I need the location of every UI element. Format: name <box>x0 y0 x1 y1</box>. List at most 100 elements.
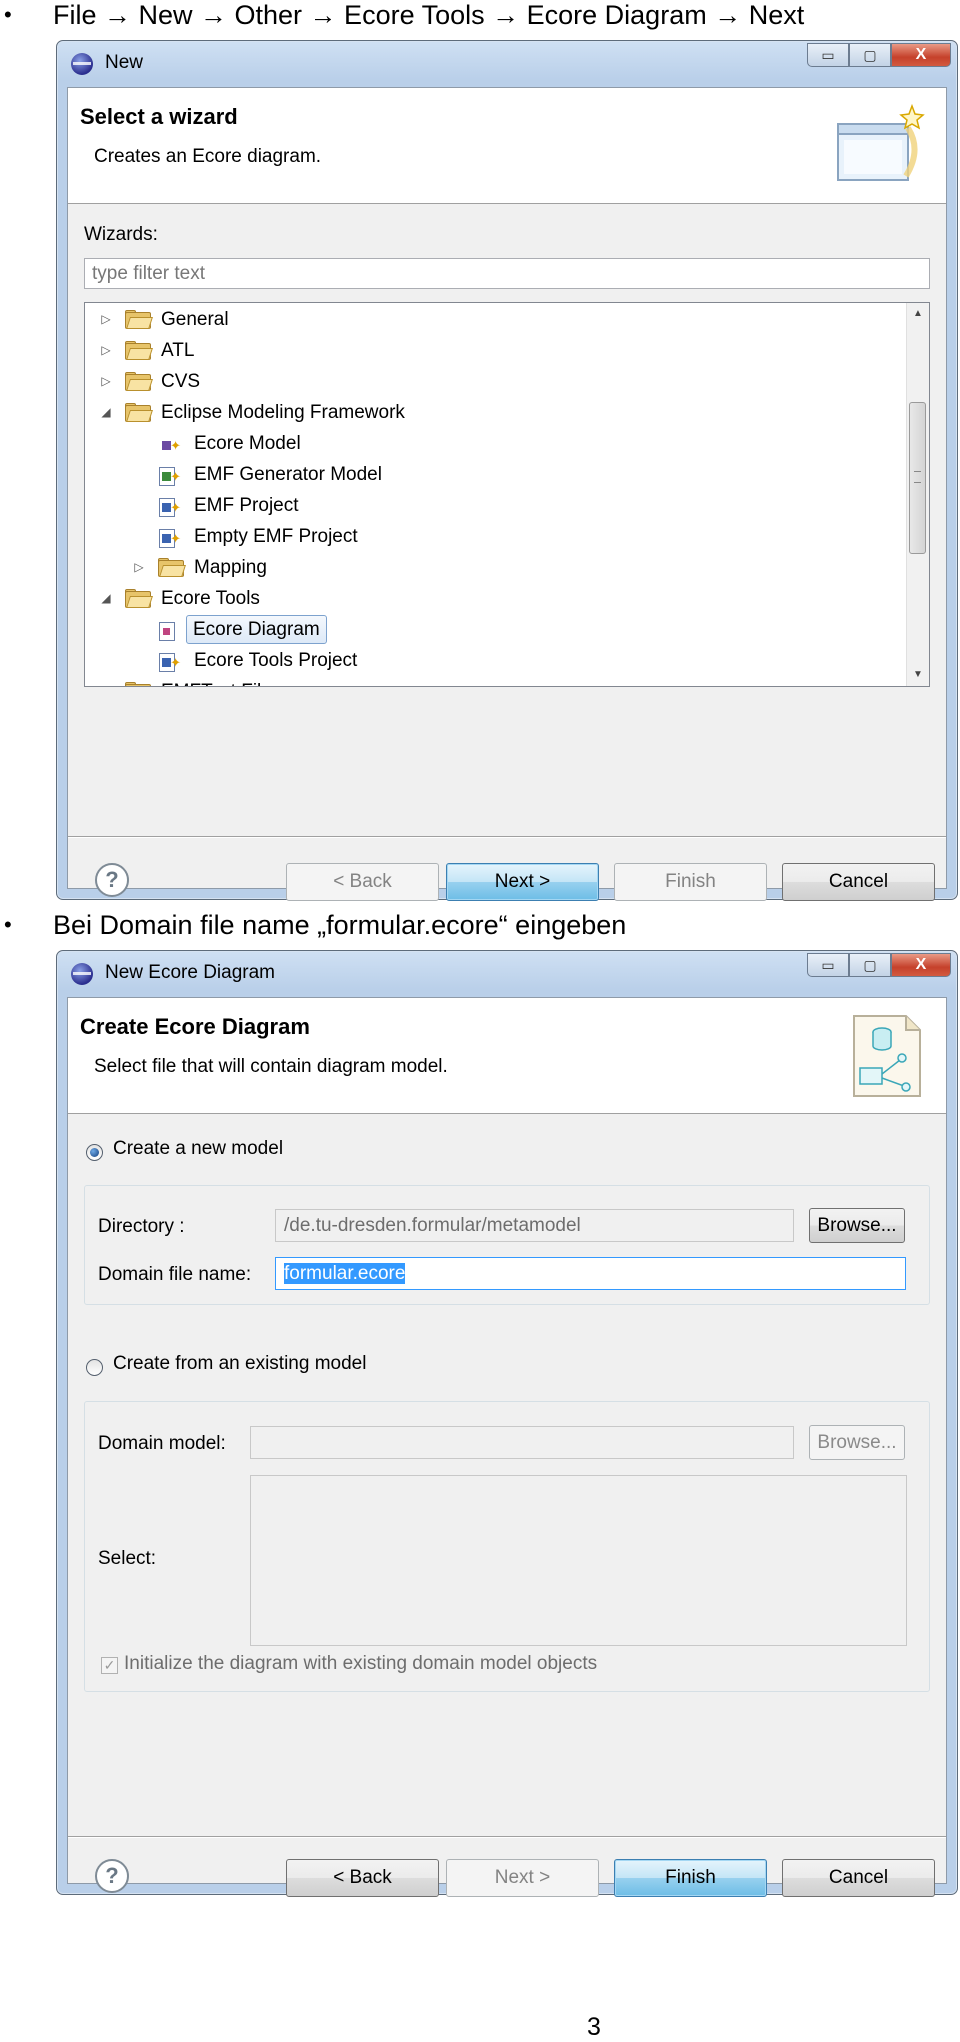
new-model-group: Directory : /de.tu-dresden.formular/meta… <box>84 1185 930 1305</box>
tree-label: EMF Generator Model <box>194 464 382 485</box>
tree-label: EMF Project <box>194 495 299 516</box>
emf-project-icon: ✦ <box>157 496 181 518</box>
cancel-button[interactable]: Cancel <box>782 1859 935 1897</box>
tree-label: ATL <box>161 340 195 361</box>
domain-file-name-input[interactable]: formular.ecore <box>275 1257 906 1290</box>
tree-item-ecore-diagram[interactable]: Ecore Diagram <box>85 614 885 645</box>
tree-label: Empty EMF Project <box>194 526 358 547</box>
new-ecore-diagram-window: New Ecore Diagram ▭ ▢ X Create Ecore Dia… <box>56 950 958 1897</box>
dialog-client: Create Ecore Diagram Select file that wi… <box>67 997 947 1897</box>
directory-browse-button[interactable]: Browse... <box>809 1208 905 1243</box>
tree-item-eclipse-modeling-framework[interactable]: ◢ Eclipse Modeling Framework <box>85 397 885 428</box>
ecore-diagram-icon <box>157 620 179 642</box>
ecore-model-icon: ✦ <box>157 434 181 456</box>
expand-arrow-icon[interactable]: ▷ <box>132 552 146 583</box>
instruction-text: Bei Domain file name „formular.ecore“ ei… <box>53 910 627 940</box>
directory-field[interactable]: /de.tu-dresden.formular/metamodel <box>275 1209 794 1242</box>
collapse-arrow-icon[interactable]: ◢ <box>99 397 113 428</box>
tree-item-ecore-model[interactable]: ✦ Ecore Model <box>85 428 885 459</box>
collapse-arrow-icon[interactable]: ◢ <box>99 583 113 614</box>
dialog-client: Select a wizard Creates an Ecore diagram… <box>67 87 947 901</box>
next-button[interactable]: Next > <box>446 863 599 901</box>
expand-arrow-icon[interactable]: ▷ <box>99 676 113 686</box>
tree-label: General <box>161 309 229 330</box>
instruction-text: File → New → Other → Ecore Tools → Ecore… <box>53 0 805 30</box>
eclipse-icon <box>71 53 93 75</box>
tree-item-ecore-tools[interactable]: ◢ Ecore Tools <box>85 583 885 614</box>
domain-model-label: Domain model: <box>98 1433 226 1454</box>
folder-icon <box>125 403 153 422</box>
tree-label: Ecore Tools <box>161 588 260 609</box>
scroll-down-arrow-icon[interactable]: ▼ <box>907 664 929 686</box>
tree-item-ecore-tools-project[interactable]: ✦ Ecore Tools Project <box>85 645 885 676</box>
tree-label: Eclipse Modeling Framework <box>161 402 405 423</box>
create-from-existing-model-radio[interactable] <box>86 1359 103 1376</box>
tree-label: CVS <box>161 371 201 392</box>
wizard-tree[interactable]: ▷ General ▷ ATL ▷ CVS ◢ Eclipse Modeling… <box>84 302 930 687</box>
title-bar: New ▭ ▢ X <box>57 41 957 77</box>
next-button[interactable]: Next > <box>446 1859 599 1897</box>
tree-item-emf-generator-model[interactable]: ✦ EMF Generator Model <box>85 459 885 490</box>
tree-item-atl[interactable]: ▷ ATL <box>85 335 885 366</box>
select-label: Select: <box>98 1548 157 1569</box>
page-number: 3 <box>587 2013 601 2041</box>
domain-model-browse-button[interactable]: Browse... <box>809 1425 905 1460</box>
window-title: New <box>105 52 144 73</box>
vertical-scrollbar[interactable]: ▲ ▼ <box>906 303 929 686</box>
tree-item-general[interactable]: ▷ General <box>85 304 885 335</box>
ecore-diagram-banner-icon <box>853 1015 921 1097</box>
folder-icon <box>125 310 153 329</box>
tree-item-mapping[interactable]: ▷ Mapping <box>85 552 885 583</box>
select-list[interactable] <box>250 1475 907 1646</box>
new-wizard-window: New ▭ ▢ X Select a wizard Creates an Eco… <box>56 40 958 901</box>
back-button[interactable]: < Back <box>286 863 439 901</box>
initialize-diagram-checkbox[interactable]: ✓ <box>101 1657 118 1674</box>
tree-item-emftext-file[interactable]: ▷ EMFText File <box>85 676 885 686</box>
maximize-button[interactable]: ▢ <box>849 43 891 67</box>
expand-arrow-icon[interactable]: ▷ <box>99 366 113 397</box>
help-icon[interactable]: ? <box>95 1859 129 1893</box>
create-new-model-radio[interactable] <box>86 1144 103 1161</box>
instruction-2: • Bei Domain file name „formular.ecore“ … <box>0 908 960 942</box>
domain-file-name-label: Domain file name: <box>98 1264 252 1285</box>
banner-title: Create Ecore Diagram <box>80 1014 310 1039</box>
scroll-thumb[interactable] <box>909 402 926 554</box>
existing-model-group: Domain model: Browse... Select: ✓ Initia… <box>84 1401 930 1692</box>
separator <box>68 836 946 838</box>
folder-icon <box>158 558 186 577</box>
expand-arrow-icon[interactable]: ▷ <box>99 304 113 335</box>
tree-item-cvs[interactable]: ▷ CVS <box>85 366 885 397</box>
finish-button[interactable]: Finish <box>614 863 767 901</box>
wizard-banner: Create Ecore Diagram Select file that wi… <box>68 998 946 1114</box>
tree-item-emf-project[interactable]: ✦ EMF Project <box>85 490 885 521</box>
help-icon[interactable]: ? <box>95 863 129 897</box>
wizard-banner: Select a wizard Creates an Ecore diagram… <box>68 88 946 204</box>
finish-button[interactable]: Finish <box>614 1859 767 1897</box>
tree-label: Mapping <box>194 557 267 578</box>
cancel-button[interactable]: Cancel <box>782 863 935 901</box>
bullet: • <box>4 912 12 937</box>
banner-subtitle: Select file that will contain diagram mo… <box>94 1056 448 1077</box>
minimize-button[interactable]: ▭ <box>807 953 849 977</box>
back-button[interactable]: < Back <box>286 1859 439 1897</box>
directory-label: Directory : <box>98 1216 185 1237</box>
tree-label: Ecore Model <box>194 433 301 454</box>
separator <box>68 1836 946 1838</box>
eclipse-icon <box>71 963 93 985</box>
domain-model-field[interactable] <box>250 1426 794 1459</box>
scroll-up-arrow-icon[interactable]: ▲ <box>907 303 929 325</box>
folder-icon <box>125 341 153 360</box>
create-from-existing-model-label: Create from an existing model <box>113 1353 367 1374</box>
close-button[interactable]: X <box>891 953 951 977</box>
tree-item-empty-emf-project[interactable]: ✦ Empty EMF Project <box>85 521 885 552</box>
expand-arrow-icon[interactable]: ▷ <box>99 335 113 366</box>
maximize-button[interactable]: ▢ <box>849 953 891 977</box>
tree-label-selected: Ecore Diagram <box>186 615 327 644</box>
emf-generator-model-icon: ✦ <box>157 465 181 487</box>
banner-subtitle: Creates an Ecore diagram. <box>94 146 322 167</box>
wizard-banner-icon <box>837 103 925 181</box>
close-button[interactable]: X <box>891 43 951 67</box>
minimize-button[interactable]: ▭ <box>807 43 849 67</box>
tree-label: Ecore Tools Project <box>194 650 358 671</box>
filter-input[interactable]: type filter text <box>84 258 930 289</box>
